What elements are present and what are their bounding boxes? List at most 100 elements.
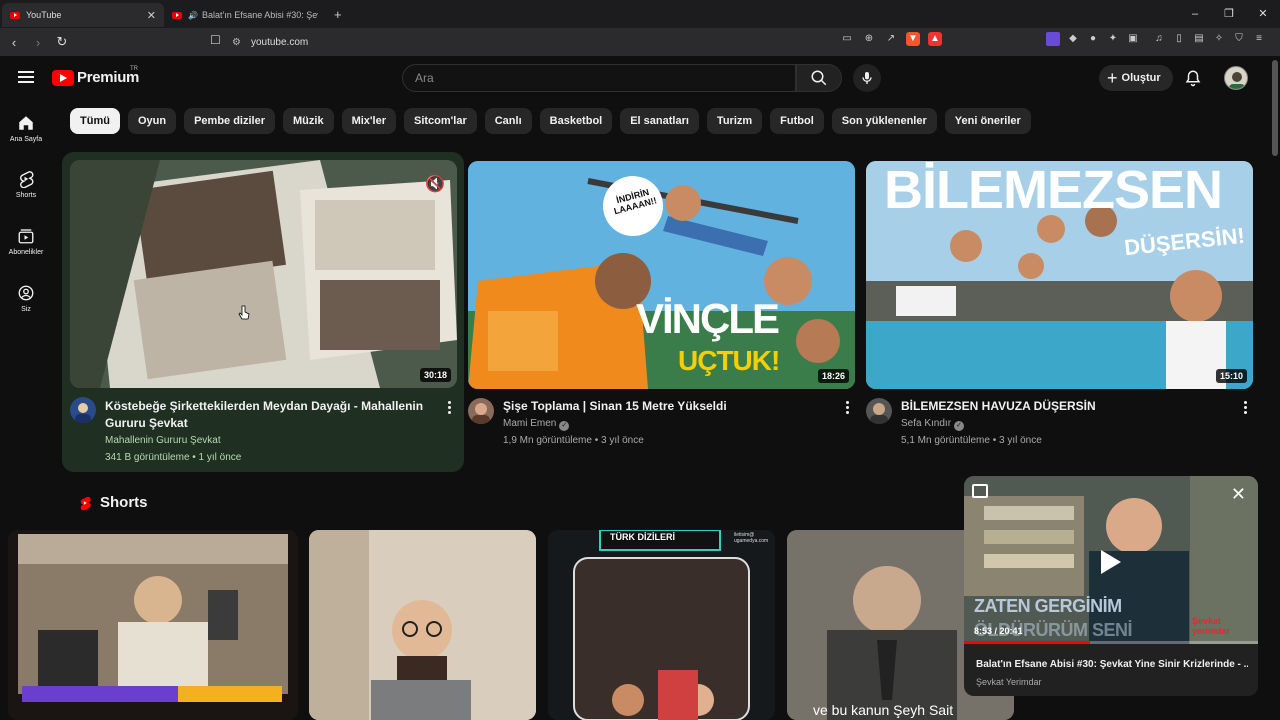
- menu-icon[interactable]: ≡: [1252, 32, 1266, 46]
- channel-avatar[interactable]: [468, 398, 494, 424]
- search-input[interactable]: [403, 65, 795, 91]
- vpn-icon[interactable]: ⛉: [1232, 32, 1246, 46]
- video-thumbnail[interactable]: İNDİRİN LAAAAN!! VİNÇLE UÇTUK! 18:26: [468, 161, 855, 389]
- search-button[interactable]: [796, 64, 842, 92]
- youtube-premium-logo[interactable]: Premium TR: [52, 66, 139, 86]
- video-meta: 341 B görüntüleme • 1 yıl önce: [105, 452, 242, 463]
- bookmark-icon[interactable]: ☐: [210, 33, 221, 47]
- window-controls: – ❐ ✕: [1178, 0, 1280, 28]
- channel-name-text: Mami Emen: [503, 418, 557, 429]
- video-card[interactable]: 🔇 30:18 Köstebeğe Şirkettekilerden Meyda…: [62, 152, 464, 472]
- sidebar-item-subscriptions[interactable]: Abonelikler: [0, 227, 52, 256]
- more-options-icon[interactable]: [846, 401, 850, 416]
- channel-avatar[interactable]: [866, 398, 892, 424]
- close-miniplayer-icon[interactable]: ✕: [1231, 484, 1246, 505]
- video-title[interactable]: Şişe Toplama | Sinan 15 Metre Yükseldi: [503, 398, 833, 415]
- chip-tourism[interactable]: Turizm: [706, 108, 763, 134]
- youtube-favicon-icon: [172, 11, 182, 19]
- extension-icon[interactable]: ●: [1086, 32, 1100, 46]
- youtube-favicon-icon: [10, 11, 20, 19]
- zoom-icon[interactable]: ⊕: [862, 32, 876, 46]
- progress-bar[interactable]: [964, 641, 1258, 644]
- notifications-bell-icon[interactable]: [1184, 69, 1202, 87]
- more-options-icon[interactable]: [1244, 401, 1248, 416]
- sidebar-toggle-icon[interactable]: ▯: [1172, 32, 1186, 46]
- tab-close-icon[interactable]: ✕: [147, 9, 156, 22]
- miniplayer-channel[interactable]: Şevkat Yerimdar: [976, 677, 1042, 687]
- short-card[interactable]: [8, 530, 298, 720]
- video-thumbnail[interactable]: BİLEMEZSEN DÜŞERSİN! 15:10: [866, 161, 1253, 389]
- create-button[interactable]: + Oluştur: [1099, 65, 1173, 91]
- share-icon[interactable]: ↗: [884, 32, 898, 46]
- forward-icon[interactable]: ›: [28, 35, 48, 50]
- chip-basketball[interactable]: Basketbol: [539, 108, 613, 134]
- extensions-puzzle-icon[interactable]: ✦: [1106, 32, 1120, 46]
- sidebar-item-home[interactable]: Ana Sayfa: [0, 114, 52, 143]
- back-icon[interactable]: ‹: [4, 35, 24, 50]
- new-tab-icon[interactable]: +: [334, 7, 342, 22]
- shorts-icon: [20, 171, 34, 188]
- chip-music[interactable]: Müzik: [283, 108, 334, 134]
- video-title[interactable]: BİLEMEZSEN HAVUZA DÜŞERSİN: [901, 398, 1231, 415]
- extension-icon[interactable]: ▣: [1126, 32, 1140, 46]
- chip-all[interactable]: Tümü: [70, 108, 120, 134]
- channel-name[interactable]: Sefa Kındır ✓: [901, 415, 965, 432]
- short-card[interactable]: [309, 530, 536, 720]
- video-title[interactable]: Köstebeğe Şirkettekilerden Meydan Dayağı…: [105, 398, 441, 432]
- leo-ai-icon[interactable]: ✧: [1212, 32, 1226, 46]
- video-thumbnail[interactable]: 🔇 30:18: [70, 160, 457, 388]
- tab-balat[interactable]: 🔊 Balat'ın Efsane Abisi #30: Şevkat: [164, 3, 326, 27]
- chip-mixes[interactable]: Mix'ler: [341, 108, 396, 134]
- cast-icon[interactable]: ▭: [840, 32, 854, 46]
- hamburger-menu-icon[interactable]: [18, 71, 34, 83]
- chip-sitcoms[interactable]: Sitcom'lar: [403, 108, 477, 134]
- reload-icon[interactable]: ↻: [52, 34, 72, 50]
- close-window-icon[interactable]: ✕: [1246, 0, 1280, 28]
- chip-soap-operas[interactable]: Pembe diziler: [184, 108, 275, 134]
- tab-title: YouTube: [26, 10, 62, 20]
- voice-search-button[interactable]: [853, 64, 881, 92]
- restore-icon[interactable]: ❐: [1212, 0, 1246, 28]
- channel-avatar[interactable]: [70, 397, 96, 423]
- page-scrollbar[interactable]: [1272, 60, 1278, 156]
- brave-shields-icon[interactable]: ▼: [906, 32, 920, 46]
- playback-time: 8:53 / 20:41: [974, 626, 1023, 636]
- miniplayer-title[interactable]: Balat'ın Efsane Abisi #30: Şevkat Yine S…: [976, 659, 1248, 670]
- play-icon[interactable]: [1101, 550, 1121, 574]
- expand-miniplayer-icon[interactable]: [972, 484, 988, 498]
- miniplayer[interactable]: ✕ ZATEN GERGİNİM ÖLDÜRÜRÜM SENİ Şevkat y…: [964, 476, 1258, 696]
- sidebar-item-you[interactable]: Siz: [0, 284, 52, 313]
- video-card[interactable]: İNDİRİN LAAAAN!! VİNÇLE UÇTUK! 18:26 Şiş…: [468, 152, 858, 452]
- chip-football[interactable]: Futbol: [770, 108, 824, 134]
- short-card[interactable]: TÜRK DİZİLERİ iletisim@ ugamedya.com: [548, 530, 775, 720]
- channel-name[interactable]: Mahallenin Gururu Şevkat: [105, 432, 221, 449]
- chip-new-to-you[interactable]: Yeni öneriler: [944, 108, 1031, 134]
- sidebar-item-label: Siz: [21, 306, 31, 313]
- sidebar-item-shorts[interactable]: Shorts: [0, 170, 52, 199]
- chip-live[interactable]: Canlı: [484, 108, 532, 134]
- short-overlay-text: TÜRK DİZİLERİ: [610, 532, 675, 542]
- chip-gaming[interactable]: Oyun: [127, 108, 177, 134]
- brave-rewards-icon[interactable]: ▲: [928, 32, 942, 46]
- site-info-icon[interactable]: ⚙: [232, 37, 241, 48]
- audio-playing-icon[interactable]: 🔊: [188, 11, 198, 20]
- minimize-icon[interactable]: –: [1178, 0, 1212, 28]
- muted-icon[interactable]: 🔇: [425, 174, 445, 194]
- tab-youtube[interactable]: YouTube ✕: [2, 3, 164, 27]
- extension-icon[interactable]: [1046, 32, 1060, 46]
- thumbnail-text: UÇTUK!: [678, 345, 780, 376]
- channel-name[interactable]: Mami Emen ✓: [503, 415, 570, 432]
- user-avatar[interactable]: [1224, 66, 1248, 90]
- miniplayer-video[interactable]: ✕ ZATEN GERGİNİM ÖLDÜRÜRÜM SENİ Şevkat y…: [964, 476, 1258, 644]
- video-card[interactable]: BİLEMEZSEN DÜŞERSİN! 15:10 BİLEMEZSEN HA…: [866, 152, 1256, 452]
- music-icon[interactable]: ♫: [1152, 32, 1166, 46]
- extension-icon[interactable]: ◆: [1066, 32, 1080, 46]
- more-options-icon[interactable]: [448, 401, 452, 416]
- chip-crafts[interactable]: El sanatları: [620, 108, 699, 134]
- video-overlay-text: ZATEN GERGİNİM: [974, 596, 1122, 616]
- youtube-header: Premium TR + Oluştur: [0, 56, 1270, 100]
- video-duration: 18:26: [817, 369, 849, 383]
- wallet-icon[interactable]: ▤: [1192, 32, 1206, 46]
- chip-recently-uploaded[interactable]: Son yüklenenler: [831, 108, 937, 134]
- thumbnail-text: BİLEMEZSEN: [884, 161, 1223, 220]
